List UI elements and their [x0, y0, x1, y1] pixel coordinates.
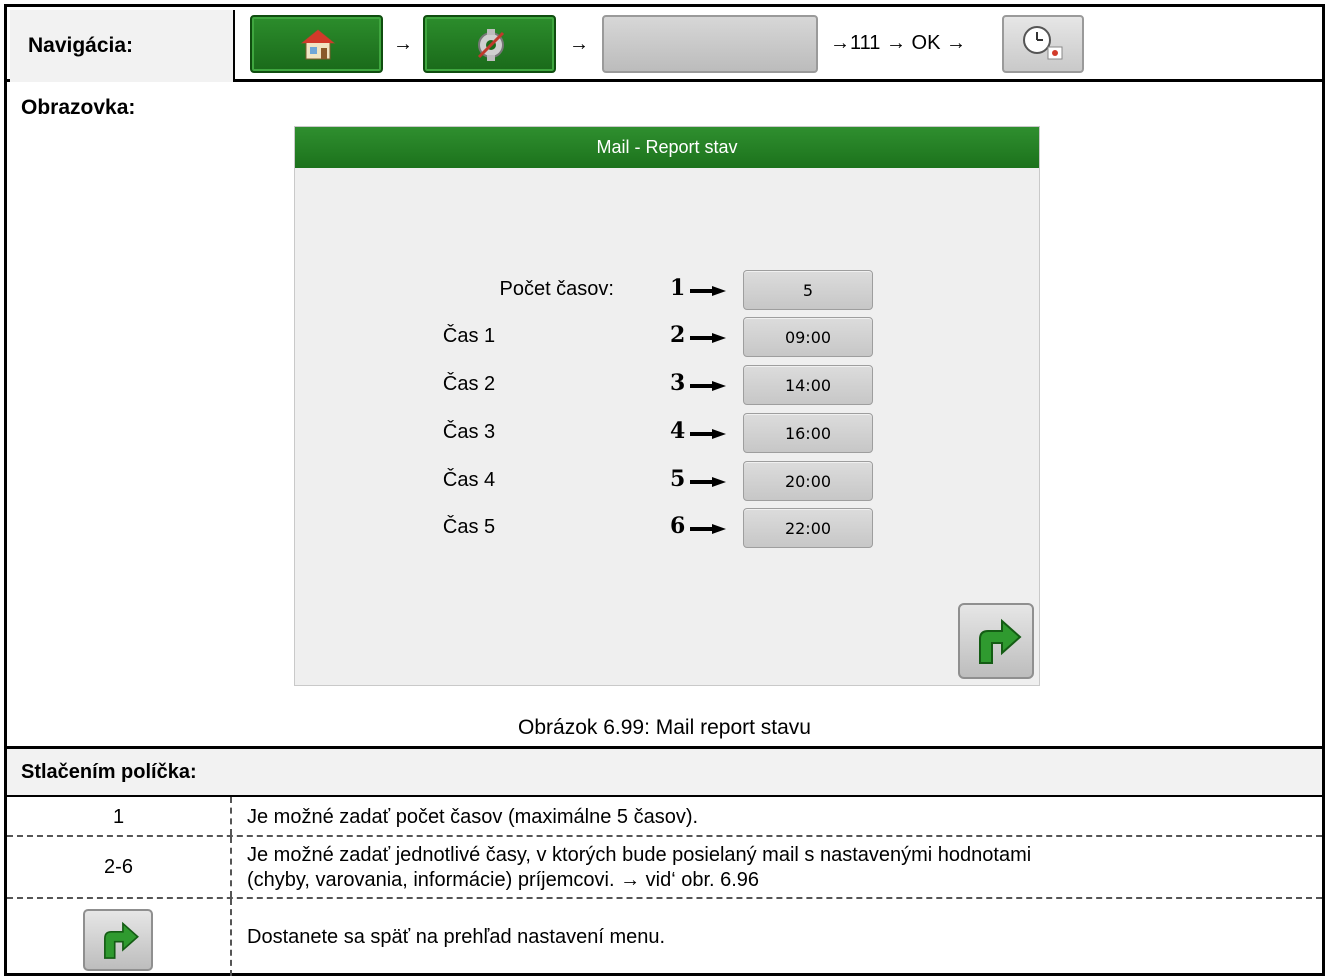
- row-number: 1: [670, 275, 686, 301]
- arrow-right-icon: [690, 286, 726, 296]
- row-label: Čas 4: [442, 469, 496, 491]
- press-row: Dostanete sa späť na prehľad nastavení m…: [7, 899, 1322, 976]
- row-number: 5: [670, 466, 686, 492]
- time-row: Čas 2 3 14:00: [295, 365, 1039, 405]
- time-row: Čas 4 5 20:00: [295, 461, 1039, 501]
- time-4-field[interactable]: 20:00: [743, 461, 873, 501]
- row-label: Počet časov:: [499, 278, 614, 300]
- back-button-sample: [83, 909, 153, 971]
- navigation-label: Navigácia:: [10, 10, 235, 82]
- screen-label: Obrazovka:: [21, 96, 136, 119]
- row-number: 6: [670, 513, 686, 539]
- time-3-field[interactable]: 16:00: [743, 413, 873, 453]
- arrow-right-icon: [690, 524, 726, 534]
- arrow-right-icon: [690, 429, 726, 439]
- row-number: 3: [670, 370, 686, 396]
- home-button[interactable]: [250, 15, 383, 73]
- arrow-right-icon: [690, 477, 726, 487]
- time-1-field[interactable]: 09:00: [743, 317, 873, 357]
- press-description: Je možné zadať jednotlivé časy, v ktorýc…: [247, 843, 1312, 893]
- nav-path-text: →111 → OK →: [830, 32, 966, 54]
- screen-section: Obrazovka: Mail - Report stav Počet časo…: [4, 82, 1325, 749]
- back-arrow-icon: [979, 618, 1022, 664]
- time-row: Čas 3 4 16:00: [295, 413, 1039, 453]
- row-label: Čas 2: [442, 373, 496, 395]
- time-row: Čas 5 6 22:00: [295, 508, 1039, 548]
- row-label: Čas 5: [442, 516, 496, 538]
- press-description: Je možné zadať počet časov (maximálne 5 …: [247, 806, 699, 828]
- clock-report-icon: [1023, 26, 1063, 60]
- press-description: Dostanete sa späť na prehľad nastavení m…: [247, 926, 666, 948]
- time-2-field[interactable]: 14:00: [743, 365, 873, 405]
- settings-button[interactable]: [423, 15, 556, 73]
- nav-arrow: →: [569, 33, 589, 55]
- press-section-label: Stlačením políčka:: [4, 749, 1325, 797]
- row-label: Čas 3: [442, 421, 496, 443]
- nav-arrow: →: [393, 33, 413, 55]
- arrow-right-icon: [690, 381, 726, 391]
- time-5-field[interactable]: 22:00: [743, 508, 873, 548]
- navigation-row: Navigácia: → → →111 → OK →: [4, 4, 1325, 82]
- back-button[interactable]: [958, 603, 1034, 679]
- time-count-field[interactable]: 5: [743, 270, 873, 310]
- device-title: Mail - Report stav: [295, 127, 1039, 168]
- press-key: [7, 899, 232, 976]
- press-row: 2-6 Je možné zadať jednotlivé časy, v kt…: [7, 837, 1322, 899]
- settings-icon: [477, 29, 505, 61]
- row-label: Čas 1: [442, 325, 496, 347]
- description-line: Je možné zadať jednotlivé časy, v ktorýc…: [247, 844, 1032, 866]
- back-arrow-icon: [104, 921, 139, 959]
- figure-caption: Obrázok 6.99: Mail report stavu: [518, 716, 811, 739]
- arrow-right-icon: [690, 333, 726, 343]
- row-number: 2: [670, 322, 686, 348]
- description-line: (chyby, varovania, informácie) príjemcov…: [247, 869, 760, 891]
- row-number: 4: [670, 418, 686, 444]
- press-row: 1 Je možné zadať počet časov (maximálne …: [7, 797, 1322, 837]
- press-table: 1 Je možné zadať počet časov (maximálne …: [4, 797, 1325, 976]
- home-icon: [300, 29, 336, 60]
- device-screen: Mail - Report stav Počet časov: 1 5 Čas …: [294, 126, 1040, 686]
- press-key: 2-6: [7, 837, 232, 897]
- blank-button[interactable]: [602, 15, 818, 73]
- press-key: 1: [7, 797, 232, 835]
- navigation-path: → → →111 → OK →: [237, 7, 1322, 79]
- clock-report-button[interactable]: [1002, 15, 1084, 73]
- count-row: Počet časov: 1 5: [295, 270, 1039, 310]
- time-row: Čas 1 2 09:00: [295, 317, 1039, 357]
